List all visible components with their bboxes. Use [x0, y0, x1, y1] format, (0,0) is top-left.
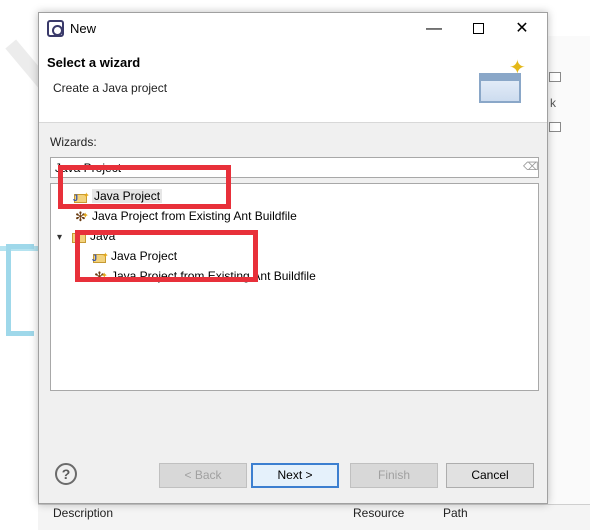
java-project-icon: J ✦: [92, 250, 109, 263]
tree-folder-label: Java: [90, 229, 116, 243]
help-glyph: ?: [61, 466, 71, 482]
close-icon: ✕: [515, 20, 529, 37]
background-window-control: [549, 72, 561, 82]
column-header-description[interactable]: Description: [53, 505, 113, 520]
tree-item-label: Java Project from Existing Ant Buildfile: [92, 209, 297, 223]
tree-item-label: Java Project: [111, 249, 178, 263]
finish-button[interactable]: Finish: [350, 463, 438, 488]
tree-item-java-project[interactable]: J ✦ Java Project: [73, 187, 163, 205]
background-window-control: [549, 122, 561, 132]
clear-filter-icon[interactable]: ⌫: [523, 161, 539, 173]
dialog-title: New: [70, 21, 97, 36]
next-button[interactable]: Next >: [251, 463, 339, 488]
wizard-banner-icon: ✦: [479, 55, 527, 105]
tree-item-java-project[interactable]: J ✦ Java Project: [92, 247, 177, 265]
help-icon[interactable]: ?: [55, 463, 77, 485]
wizard-header-title: Select a wizard: [47, 55, 141, 70]
tree-item-label: Java Project: [92, 189, 163, 203]
dialog-titlebar[interactable]: New — ✕: [39, 13, 547, 45]
chevron-down-icon[interactable]: ▾: [57, 229, 69, 247]
problems-view-header: Description Resource Path: [38, 504, 590, 530]
ant-buildfile-icon: ✻ ✦: [94, 268, 108, 284]
wizard-header-subtitle: Create a Java project: [53, 81, 168, 95]
column-header-path[interactable]: Path: [443, 505, 468, 520]
tree-folder-java[interactable]: ▾ Java: [57, 227, 115, 245]
wizard-filter-input[interactable]: [50, 157, 539, 178]
new-wizard-dialog: New — ✕ Select a wizard Create a Java pr…: [38, 12, 548, 504]
background-window-text: k: [550, 96, 556, 110]
wizards-label: Wizards:: [50, 135, 97, 149]
cancel-button[interactable]: Cancel: [446, 463, 534, 488]
eclipse-icon: [47, 20, 64, 37]
wizard-tree: J ✦ Java Project ✻ ✦ Java Project from Exi…: [50, 183, 539, 391]
tree-item-java-project-ant[interactable]: ✻ ✦ Java Project from Existing Ant Buildf…: [92, 267, 316, 285]
maximize-icon: [472, 23, 484, 35]
wizard-body: Wizards: ⌫ J✦ Java Project ✻✦ Java Proje…: [39, 123, 547, 505]
close-button[interactable]: ✕: [500, 13, 544, 45]
maximize-button[interactable]: [456, 13, 500, 45]
folder-icon: [71, 229, 87, 245]
column-header-resource[interactable]: Resource: [353, 505, 404, 520]
background-window: k: [547, 36, 590, 506]
ant-buildfile-icon: ✻ ✦: [75, 208, 89, 224]
tree-item-java-project-ant[interactable]: ✻ ✦ Java Project from Existing Ant Buildf…: [73, 207, 297, 225]
back-button[interactable]: < Back: [159, 463, 247, 488]
background-frame: [6, 244, 34, 336]
java-project-icon: J ✦: [73, 190, 90, 203]
wizard-header: Select a wizard Create a Java project ✦: [39, 45, 547, 123]
minimize-button[interactable]: —: [412, 13, 456, 45]
tree-item-label: Java Project from Existing Ant Buildfile: [111, 269, 316, 283]
